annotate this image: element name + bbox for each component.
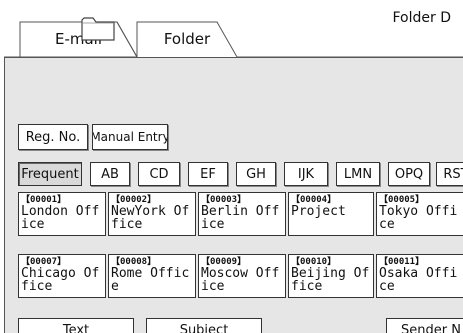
destination-entry[interactable]: 【00007】 Chicago Office (18, 254, 106, 298)
destination-entry[interactable]: 【00002】 NewYork Office (108, 192, 196, 236)
tab-folder-label: Folder (163, 30, 211, 48)
tab-folder[interactable]: Folder (137, 20, 237, 58)
entry-name: Beijing Office (291, 266, 370, 294)
entry-name: Tokyo Office (379, 204, 458, 232)
entry-name: Chicago Office (21, 266, 100, 294)
sender-name-button[interactable]: Sender N (386, 318, 463, 333)
entry-name: London Office (21, 204, 100, 232)
entry-name: Rome Office (111, 266, 190, 294)
scanner-destination-screen: E-mail Folder Folder D Reg. No. Manual E… (0, 0, 463, 333)
destination-entry[interactable]: 【00003】 Berlin Office (198, 192, 286, 236)
manual-entry-button[interactable]: Manual Entry (92, 124, 168, 150)
text-button[interactable]: Text (18, 318, 134, 333)
entry-name: Osaka Office (379, 266, 458, 294)
destination-entry[interactable]: 【00009】 Moscow Office (198, 254, 286, 298)
folder-panel (4, 57, 463, 113)
entry-name: Berlin Office (201, 204, 280, 232)
destination-entry[interactable]: 【00011】 Osaka Office (376, 254, 463, 298)
index-tab-opq[interactable]: OPQ (388, 162, 430, 186)
index-tab-frequent[interactable]: Frequent (18, 162, 82, 186)
index-tab-gh[interactable]: GH (236, 162, 276, 186)
folder-icon (81, 17, 115, 41)
folder-panel-header (5, 58, 463, 113)
entry-name: Project (291, 204, 346, 219)
destination-entry[interactable]: 【00001】 London Office (18, 192, 106, 236)
index-tab-lmn[interactable]: LMN (336, 162, 380, 186)
destination-entry[interactable]: 【00008】 Rome Office (108, 254, 196, 298)
destination-entry[interactable]: 【00005】 Tokyo Office (376, 192, 463, 236)
index-tab-rst[interactable]: RST (436, 162, 463, 186)
index-tab-cd[interactable]: CD (138, 162, 180, 186)
index-tab-ijk[interactable]: IJK (284, 162, 328, 186)
entry-name: NewYork Office (111, 204, 190, 232)
reg-no-button[interactable]: Reg. No. (18, 124, 88, 150)
index-tab-ab[interactable]: AB (90, 162, 130, 186)
destination-entry[interactable]: 【00004】 Project (288, 192, 374, 236)
entry-name: Moscow Office (201, 266, 280, 294)
destination-entry[interactable]: 【00010】 Beijing Office (288, 254, 374, 298)
index-tab-ef[interactable]: EF (188, 162, 228, 186)
tab-email[interactable]: E-mail (20, 20, 137, 58)
subject-button[interactable]: Subject (146, 318, 262, 333)
folder-destination-label: Folder D (392, 10, 452, 26)
